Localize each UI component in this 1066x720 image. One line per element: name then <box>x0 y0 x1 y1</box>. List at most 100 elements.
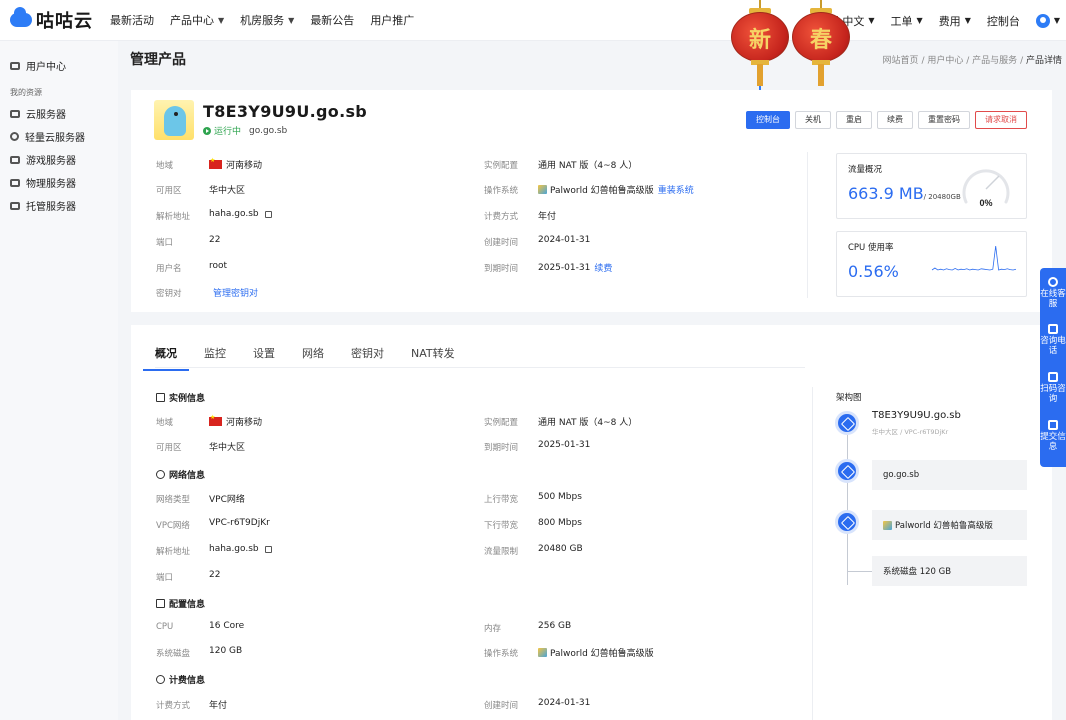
page-title: 管理产品 <box>130 52 186 68</box>
ov-traffic-limit-label: 流量限制 <box>484 547 519 557</box>
ov-expire-value: 2025-01-31 <box>538 440 591 450</box>
breadcrumb-home[interactable]: 网站首页 <box>883 56 919 66</box>
product-actions: 控制台 关机 重启 续费 重置密码 请求取消 <box>741 111 1027 129</box>
divider <box>812 387 813 720</box>
sidebar-item-lightweight-server[interactable]: 轻量云服务器 <box>10 129 85 144</box>
ov-zone-label: 可用区 <box>156 443 182 453</box>
nav-item-activities[interactable]: 最新活动 <box>110 12 154 28</box>
status-text: 运行中 <box>214 127 242 137</box>
nav-label: 用户推广 <box>370 14 415 27</box>
manage-keypair-link[interactable]: 管理密钥对 <box>213 286 258 299</box>
cloud-logo-icon <box>10 7 32 27</box>
chevron-down-icon: ▼ <box>964 16 971 25</box>
os-value: Palworld 幻兽帕鲁高级版 重装系统 <box>538 183 694 196</box>
ov-mem-label: 内存 <box>484 624 502 634</box>
online-service-button[interactable]: 在线客服 <box>1040 277 1066 309</box>
ov-created-value: 2024-01-31 <box>538 698 591 708</box>
china-flag-icon <box>209 157 222 169</box>
console-button[interactable]: 控制台 <box>746 111 790 129</box>
brand-logo[interactable]: 咕咕云 <box>10 7 102 33</box>
restart-button[interactable]: 重启 <box>836 111 872 129</box>
sidebar-section-label: 我的资源 <box>10 88 42 97</box>
billing-value: 年付 <box>538 212 557 222</box>
created-value: 2024-01-31 <box>538 235 591 245</box>
float-label: 扫码咨询 <box>1040 384 1066 404</box>
ov-up-label: 上行带宽 <box>484 495 519 505</box>
breadcrumb-user-center[interactable]: 用户中心 <box>927 56 963 66</box>
traffic-gauge: 0% <box>962 169 1010 208</box>
port-value: 22 <box>209 235 221 245</box>
palworld-icon <box>538 648 547 657</box>
reset-password-button[interactable]: 重置密码 <box>918 111 970 129</box>
server-icon <box>10 109 20 118</box>
ov-disk-label: 系统磁盘 <box>156 649 191 659</box>
nav-item-products[interactable]: 产品中心 ▼ <box>170 12 224 28</box>
breadcrumb-separator: / <box>1020 56 1024 66</box>
dns-value: haha.go.sb <box>209 209 272 219</box>
chevron-down-icon: ▼ <box>1053 16 1060 25</box>
ov-down-value: 800 Mbps <box>538 518 582 528</box>
billing-menu[interactable]: 费用 ▼ <box>939 13 971 29</box>
float-label: 在线客服 <box>1040 289 1066 309</box>
copy-icon[interactable] <box>264 545 272 553</box>
ov-port-value: 22 <box>209 570 221 580</box>
nav-item-referral[interactable]: 用户推广 <box>370 12 414 28</box>
phone-icon <box>1048 324 1058 334</box>
submit-info-button[interactable]: 提交信息 <box>1040 420 1066 452</box>
sidebar-item-cloud-server[interactable]: 云服务器 <box>10 106 66 121</box>
request-cancel-button[interactable]: 请求取消 <box>975 111 1027 129</box>
renew-button[interactable]: 续费 <box>877 111 913 129</box>
lightweight-server-icon <box>10 132 19 141</box>
console-link[interactable]: 控制台 <box>987 13 1020 29</box>
sidebar-item-user-center[interactable]: 用户中心 <box>10 58 66 73</box>
renew-link[interactable]: 续费 <box>594 261 612 274</box>
zone-value: 华中大区 <box>209 186 246 196</box>
product-detail-card: 概况 监控 设置 网络 密钥对 NAT转发 实例信息 地域 河南移动 实例配置 … <box>131 325 1052 720</box>
image-node-icon <box>835 510 859 534</box>
china-flag-icon <box>209 414 222 426</box>
breadcrumb-separator: / <box>966 56 970 66</box>
keypair-label: 密钥对 <box>156 289 182 299</box>
palworld-icon <box>538 185 547 194</box>
instance-node-icon <box>835 411 859 435</box>
breadcrumb-products[interactable]: 产品与服务 <box>972 56 1017 66</box>
sidebar-item-hosting-server[interactable]: 托管服务器 <box>10 198 76 213</box>
nav-item-announcements[interactable]: 最新公告 <box>310 12 354 28</box>
sidebar-item-label: 游戏服务器 <box>26 156 76 167</box>
architecture-disk: 系统磁盘 120 GB <box>872 556 1027 586</box>
ov-up-value: 500 Mbps <box>538 492 582 502</box>
copy-icon[interactable] <box>264 210 272 218</box>
sidebar-item-label: 轻量云服务器 <box>25 133 85 144</box>
user-menu[interactable]: ▼ <box>1035 13 1060 28</box>
shutdown-button[interactable]: 关机 <box>795 111 831 129</box>
port-label: 端口 <box>156 238 174 248</box>
ov-net-type-label: 网络类型 <box>156 495 191 505</box>
ov-cpu-label: CPU <box>156 622 174 632</box>
sidebar-item-label: 用户中心 <box>26 62 66 73</box>
ov-dns-text: haha.go.sb <box>209 544 259 554</box>
phone-consult-button[interactable]: 咨询电话 <box>1040 324 1066 356</box>
ov-os-value: Palworld 幻兽帕鲁高级版 <box>538 646 654 659</box>
ticket-menu[interactable]: 工单 ▼ <box>891 13 923 29</box>
traffic-used: 663.9 MB/ 20480GB <box>848 184 961 203</box>
nav-label: 最新公告 <box>310 14 355 27</box>
running-status-icon <box>203 126 211 135</box>
sliders-icon <box>156 599 165 608</box>
sidebar-item-label: 云服务器 <box>26 110 66 121</box>
reinstall-link[interactable]: 重装系统 <box>658 183 694 196</box>
breadcrumb-separator: / <box>921 56 925 66</box>
nav-item-datacenter[interactable]: 机房服务 ▼ <box>240 12 294 28</box>
billing-label: 计费方式 <box>484 212 519 222</box>
physical-server-icon <box>10 178 20 187</box>
sidebar-item-physical-server[interactable]: 物理服务器 <box>10 175 76 190</box>
sidebar-item-game-server[interactable]: 游戏服务器 <box>10 152 76 167</box>
cpu-title: CPU 使用率 <box>848 243 894 253</box>
game-server-icon <box>10 155 20 164</box>
ov-created-label: 创建时间 <box>484 701 519 711</box>
ov-net-type-value: VPC网络 <box>209 495 245 505</box>
ov-dns-value: haha.go.sb <box>209 544 272 554</box>
architecture-instance-sub: 华中大区 / VPC-r6T9DjKr <box>872 428 949 436</box>
scan-consult-button[interactable]: 扫码咨询 <box>1040 372 1066 404</box>
breadcrumb-current: 产品详情 <box>1025 56 1062 66</box>
divider <box>807 152 808 298</box>
